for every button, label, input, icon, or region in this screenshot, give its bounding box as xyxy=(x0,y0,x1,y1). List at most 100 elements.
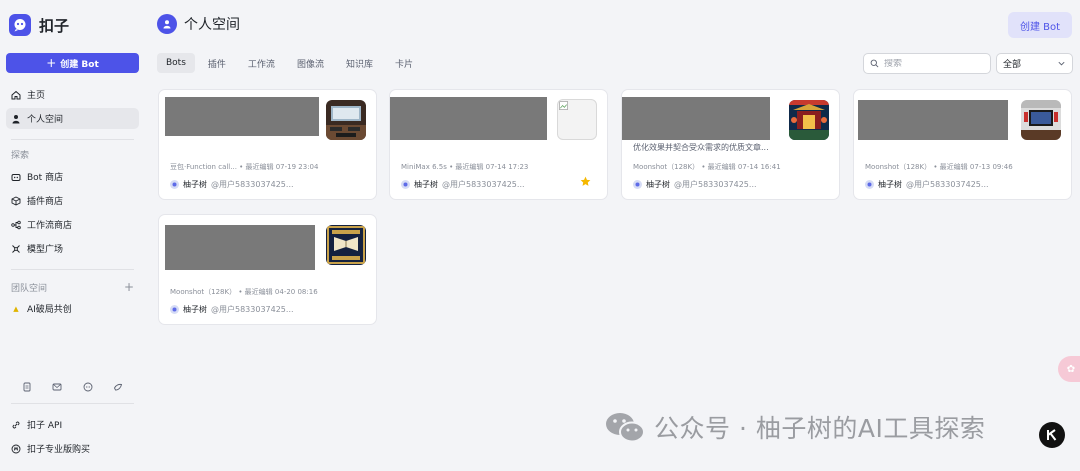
avatar xyxy=(170,180,179,189)
author-handle: @用户5833037425... xyxy=(442,180,525,189)
avatar xyxy=(401,180,410,189)
sidebar-item-label: 个人空间 xyxy=(27,115,64,125)
cube-icon xyxy=(11,195,21,206)
bot-meta: Moonshot（128K） • 最近编辑 07-14 16:41 xyxy=(633,163,781,171)
chevron-down-icon xyxy=(1058,61,1065,66)
bot-card[interactable]: Moonshot（128K） • 最近编辑 07-13 09:46 柚子树 @用… xyxy=(853,89,1072,200)
bot-icon xyxy=(11,173,21,181)
document-icon[interactable] xyxy=(21,381,33,393)
author-name: 柚子树 xyxy=(878,180,902,189)
explore-section-label: 探索 xyxy=(6,145,139,163)
bot-thumbnail-temple xyxy=(789,100,829,140)
page-title: 个人空间 xyxy=(184,17,240,33)
redacted-title-block xyxy=(858,100,1008,140)
bot-card[interactable]: MiniMax 6.5s • 最近编辑 07-14 17:23 柚子树 @用户5… xyxy=(389,89,608,200)
bot-description: 优化效果并契合受众需求的优质文章... xyxy=(633,143,769,152)
bot-thumbnail-classroom xyxy=(326,100,366,140)
redacted-title-block xyxy=(390,97,547,140)
link-icon xyxy=(12,421,20,428)
avatar xyxy=(170,305,179,314)
filter-selected-value: 全部 xyxy=(1003,60,1022,70)
tab-bots[interactable]: Bots xyxy=(157,53,195,73)
redacted-title-block xyxy=(165,225,315,270)
sidebar-item-label: 扣子 API xyxy=(27,421,63,431)
tab-plugins[interactable]: 插件 xyxy=(199,53,235,73)
author-name: 柚子树 xyxy=(183,305,207,314)
bot-author: 柚子树 @用户5833037425... xyxy=(170,304,294,315)
create-bot-button[interactable]: 创建 Bot xyxy=(1008,12,1072,38)
bot-meta: Moonshot（128K） • 最近编辑 04-20 08:16 xyxy=(170,288,318,296)
avatar xyxy=(633,180,642,189)
search-input[interactable] xyxy=(884,58,984,69)
avatar xyxy=(865,180,874,189)
filter-dropdown[interactable]: 全部 xyxy=(996,53,1073,74)
mail-icon[interactable] xyxy=(51,381,63,393)
tab-knowledge[interactable]: 知识库 xyxy=(337,53,382,73)
sidebar-item-label: 扣子专业版购买 xyxy=(27,445,91,455)
page-header: 个人空间 xyxy=(157,14,240,34)
sidebar-item-label: AI破局共创 xyxy=(27,305,72,315)
tab-imageflows[interactable]: 图像流 xyxy=(288,53,333,73)
discord-icon[interactable] xyxy=(82,381,94,393)
sidebar-item-label: 工作流商店 xyxy=(27,221,73,231)
home-icon xyxy=(11,90,21,99)
bot-author: 柚子树 @用户5833037425... xyxy=(865,179,989,190)
model-icon xyxy=(12,244,20,253)
sidebar-item-workflow-store[interactable]: 工作流商店 xyxy=(6,214,139,235)
sidebar-item-coze-api[interactable]: 扣子 API xyxy=(6,414,139,435)
plus-icon: + xyxy=(46,56,57,70)
coin-icon xyxy=(11,444,21,453)
bot-card[interactable]: Moonshot（128K） • 最近编辑 04-20 08:16 柚子树 @用… xyxy=(158,214,377,325)
brand-name: 扣子 xyxy=(39,16,70,35)
redacted-title-block xyxy=(622,97,770,140)
author-handle: @用户5833037425... xyxy=(674,180,757,189)
create-bot-label: 创建 Bot xyxy=(60,59,99,70)
team-avatar-icon: ▲ xyxy=(13,304,19,313)
tab-bar: Bots 插件 工作流 图像流 知识库 卡片 xyxy=(157,53,422,73)
author-handle: @用户5833037425... xyxy=(211,305,294,314)
author-handle: @用户5833037425... xyxy=(906,180,989,189)
bottom-icon-row xyxy=(6,381,139,393)
star-icon[interactable] xyxy=(580,176,591,187)
bot-thumbnail-book xyxy=(326,225,366,265)
person-icon xyxy=(12,114,20,123)
sidebar-item-model-square[interactable]: 模型广场 xyxy=(6,238,139,259)
bot-meta: MiniMax 6.5s • 最近编辑 07-14 17:23 xyxy=(401,163,529,171)
author-handle: @用户5833037425... xyxy=(211,180,294,189)
search-icon xyxy=(870,59,879,68)
sidebar-item-pro-purchase[interactable]: 扣子专业版购买 xyxy=(6,438,139,459)
floating-assistant-button[interactable]: ✿ xyxy=(1058,356,1080,382)
person-icon xyxy=(157,14,177,34)
bot-author: 柚子树 @用户5833037425... xyxy=(633,179,757,190)
feishu-icon[interactable] xyxy=(112,381,124,393)
bot-meta: Moonshot（128K） • 最近编辑 07-13 09:46 xyxy=(865,163,1013,171)
redacted-title-block xyxy=(165,97,319,136)
author-name: 柚子树 xyxy=(414,180,438,189)
sidebar-item-personal-space[interactable]: 个人空间 xyxy=(6,108,139,129)
tab-cards[interactable]: 卡片 xyxy=(386,53,422,73)
explore-label-text: 探索 xyxy=(11,150,30,161)
search-box xyxy=(863,53,991,74)
bot-card[interactable]: 优化效果并契合受众需求的优质文章... Moonshot（128K） • 最近编… xyxy=(621,89,840,200)
sidebar-item-home[interactable]: 主页 xyxy=(6,84,139,105)
bot-author: 柚子树 @用户5833037425... xyxy=(401,179,525,190)
sidebar-item-label: 插件商店 xyxy=(27,197,64,207)
brand[interactable]: 扣子 xyxy=(6,0,139,50)
bot-meta: 豆包·Function call... • 最近编辑 07-19 23:04 xyxy=(170,163,319,171)
sidebar-item-label: 模型广场 xyxy=(27,245,64,255)
watermark: 公众号 · 柚子树的AI工具探索 xyxy=(604,409,985,445)
bot-card[interactable]: 豆包·Function call... • 最近编辑 07-19 23:04 柚… xyxy=(158,89,377,200)
wechat-icon xyxy=(606,413,645,443)
bot-thumbnail-placeholder xyxy=(557,99,597,140)
sidebar: 扣子 + 创建 Bot 主页 个人空间 探索 Bot 商店 插件商店 工作流商店… xyxy=(0,0,145,471)
sidebar-item-bot-store[interactable]: Bot 商店 xyxy=(6,166,139,187)
tab-workflows[interactable]: 工作流 xyxy=(239,53,284,73)
sidebar-item-team-ai[interactable]: ▲ AI破局共创 xyxy=(6,298,139,319)
sidebar-item-label: Bot 商店 xyxy=(27,173,64,183)
sidebar-item-plugin-store[interactable]: 插件商店 xyxy=(6,190,139,211)
watermark-text: 公众号 · 柚子树的AI工具探索 xyxy=(654,414,986,443)
add-team-button[interactable]: + xyxy=(124,280,134,294)
author-logo-icon xyxy=(1039,422,1065,448)
create-bot-button[interactable]: + 创建 Bot xyxy=(6,53,139,73)
workflow-icon xyxy=(11,220,21,229)
